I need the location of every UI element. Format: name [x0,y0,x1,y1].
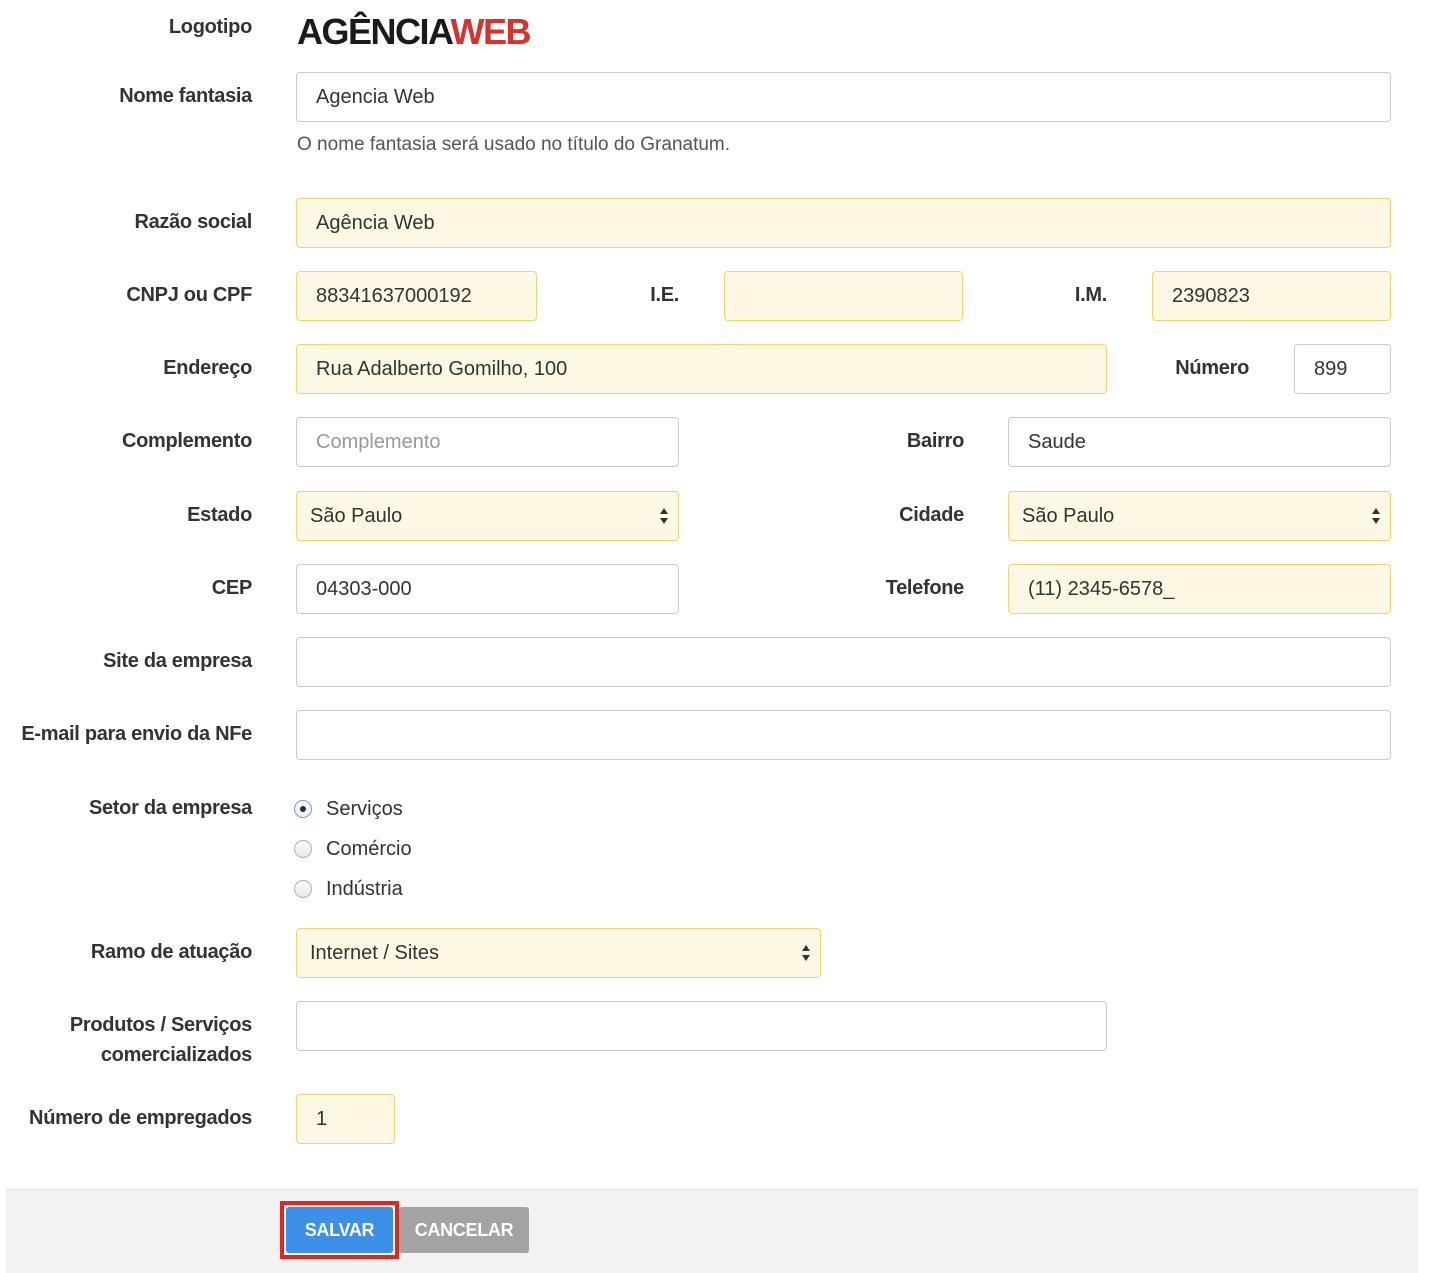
label-setor: Setor da empresa [88,797,252,819]
label-bairro: Bairro [906,430,964,452]
radio-button[interactable] [294,840,312,858]
produtos-input[interactable] [296,1001,1107,1051]
empregados-input[interactable]: 1 [296,1094,395,1144]
label-produtos-line2: comercializados [100,1044,252,1066]
label-cnpj-cpf: CNPJ ou CPF [126,284,252,306]
radio-button[interactable] [294,880,312,898]
label-site: Site da empresa [103,650,252,672]
select-arrows-icon [1372,508,1380,524]
estado-select-value: São Paulo [310,505,403,527]
numero-input[interactable]: 899 [1294,344,1391,394]
label-complemento: Complemento [121,430,252,452]
site-input[interactable] [296,637,1391,687]
cidade-select[interactable]: São Paulo [1008,491,1391,541]
label-nome-fantasia: Nome fantasia [119,85,252,107]
endereco-input[interactable]: Rua Adalberto Gomilho, 100 [296,344,1107,394]
label-email-nfe: E-mail para envio da NFe [21,723,252,745]
setor-radio-industria[interactable]: Indústria [294,876,403,902]
setor-radio-servicos[interactable]: Serviços [294,796,403,822]
setor-radio-comercio[interactable]: Comércio [294,836,412,862]
label-cep: CEP [211,577,253,599]
ramo-select[interactable]: Internet / Sites [296,928,821,978]
im-input[interactable]: 2390823 [1152,271,1391,321]
label-endereco: Endereço [163,357,252,379]
ie-input[interactable] [724,271,963,321]
razao-social-input[interactable]: Agência Web [296,198,1391,248]
form-actions-bar [6,1189,1418,1273]
label-ie: I.E. [650,284,679,306]
cep-input[interactable]: 04303-000 [296,564,679,614]
logo-text-web: WEB [450,11,532,52]
select-arrows-icon [802,945,810,961]
logo-text-agencia: AGÊNCIA [297,11,452,52]
save-button[interactable]: SALVAR [286,1207,393,1253]
label-cidade: Cidade [899,504,964,526]
company-logo: AGÊNCIAWEB [297,11,532,52]
label-logotipo: Logotipo [168,16,252,38]
bairro-input[interactable]: Saude [1008,417,1391,467]
telefone-input[interactable]: (11) 2345-6578_ [1008,564,1391,614]
label-razao-social: Razão social [134,211,252,233]
label-produtos-line1: Produtos / Serviços [69,1014,252,1036]
radio-button-selected[interactable] [294,800,312,818]
label-telefone: Telefone [885,577,965,599]
ramo-select-value: Internet / Sites [310,942,439,964]
nome-fantasia-help-text: O nome fantasia será usado no título do … [297,134,731,155]
estado-select[interactable]: São Paulo [296,491,679,541]
select-arrows-icon [660,508,668,524]
label-empregados: Número de empregados [29,1107,252,1129]
email-nfe-input[interactable] [296,710,1391,760]
radio-label: Comércio [326,837,412,860]
label-numero: Número [1175,357,1249,379]
nome-fantasia-input[interactable]: Agencia Web [296,72,1391,122]
label-im: I.M. [1074,284,1107,306]
radio-label: Indústria [326,877,403,900]
complemento-input[interactable]: Complemento [296,417,679,467]
cnpj-cpf-input[interactable]: 88341637000192 [296,271,537,321]
radio-label: Serviços [326,797,403,820]
cancel-button[interactable]: CANCELAR [399,1207,529,1253]
label-ramo: Ramo de atuação [90,941,252,963]
cidade-select-value: São Paulo [1022,505,1115,527]
label-estado: Estado [187,504,252,526]
